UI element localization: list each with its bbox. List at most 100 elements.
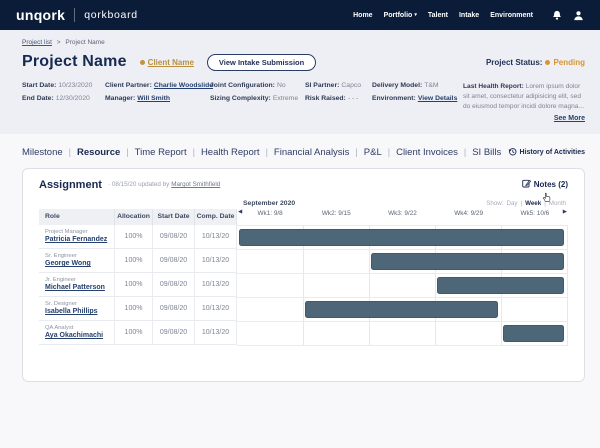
role-title: Sr. Designer bbox=[45, 300, 77, 307]
info-col-people: Client Partner: Charlie Woodslide Manager… bbox=[105, 82, 214, 122]
gantt-bar[interactable] bbox=[503, 324, 564, 342]
tab-resource[interactable]: Resource bbox=[77, 147, 120, 158]
nav-environment[interactable]: Environment bbox=[490, 12, 533, 19]
prev-week-icon[interactable]: ◀ bbox=[238, 209, 242, 215]
gantt-view-toggle: Show: Day | Week | Month bbox=[486, 199, 566, 207]
chevron-down-icon: ▾ bbox=[414, 11, 417, 18]
allocation-cell: 100% bbox=[115, 248, 153, 272]
last-health-report: Last Health Report: Lorem ipsum dolor si… bbox=[463, 83, 584, 110]
gantt-body bbox=[237, 224, 568, 346]
comp-date-cell: 10/13/20 bbox=[195, 296, 237, 320]
tab-client-invoices[interactable]: Client Invoices bbox=[396, 147, 458, 158]
column-header-start-date: Start Date bbox=[153, 208, 195, 225]
week-label: Wk2: 9/15 bbox=[321, 209, 351, 217]
comp-date-cell: 10/13/20 bbox=[195, 248, 237, 272]
brand-group: unqork qorkboard bbox=[16, 7, 138, 23]
table-row: Project Manager Patricia Fernandez 100% 0… bbox=[39, 224, 237, 249]
delivery-model-field: Delivery Model: T&M bbox=[372, 82, 439, 89]
manager-link[interactable]: Will Smith bbox=[137, 95, 170, 102]
notes-icon bbox=[522, 179, 531, 190]
tab-pnl[interactable]: P&L bbox=[364, 147, 382, 158]
gantt-chart: September 2020 Show: Day | Week | Month … bbox=[237, 199, 568, 346]
view-intake-submission-button[interactable]: View Intake Submission bbox=[206, 53, 317, 71]
tab-financial-analysis[interactable]: Financial Analysis bbox=[274, 147, 350, 158]
view-week-toggle[interactable]: Week bbox=[525, 200, 541, 207]
view-details-link[interactable]: View Details bbox=[418, 95, 458, 102]
gantt-row bbox=[237, 322, 567, 346]
role-title: QA Analyst bbox=[45, 324, 74, 331]
view-month-toggle[interactable]: Month bbox=[549, 200, 566, 207]
comp-date-cell: 10/13/20 bbox=[195, 320, 237, 344]
notifications-bell-icon[interactable] bbox=[552, 10, 562, 21]
gantt-bar[interactable] bbox=[371, 252, 564, 270]
client-badge: Client Name bbox=[139, 58, 194, 67]
nav-intake[interactable]: Intake bbox=[459, 12, 479, 19]
gantt-row bbox=[237, 226, 567, 250]
next-week-icon[interactable]: ▶ bbox=[563, 209, 567, 215]
resource-name-link[interactable]: Patricia Fernandez bbox=[45, 236, 107, 243]
role-title: Project Manager bbox=[45, 228, 88, 235]
start-date-cell: 09/08/20 bbox=[153, 248, 195, 272]
table-row: QA Analyst Aya Okachimachi 100% 09/08/20 … bbox=[39, 320, 237, 345]
nav-menu: Home Portfolio ▾ Talent Intake Environmen… bbox=[353, 10, 584, 21]
allocation-cell: 100% bbox=[115, 296, 153, 320]
column-header-allocation: Allocation bbox=[115, 208, 153, 225]
view-day-toggle[interactable]: Day bbox=[507, 200, 518, 207]
breadcrumb: Project list > Project Name bbox=[22, 39, 585, 46]
si-partner-field: SI Partner: Capco bbox=[305, 82, 362, 89]
tab-milestone[interactable]: Milestone bbox=[22, 147, 63, 158]
user-avatar-icon[interactable] bbox=[573, 10, 584, 21]
breadcrumb-project-list-link[interactable]: Project list bbox=[22, 39, 52, 46]
resource-name-link[interactable]: George Wong bbox=[45, 260, 91, 267]
unqork-logo[interactable]: unqork bbox=[16, 7, 65, 23]
page-title: Project Name bbox=[22, 53, 127, 70]
gantt-bar[interactable] bbox=[437, 276, 564, 294]
start-date-cell: 09/08/20 bbox=[153, 296, 195, 320]
end-date-field: End Date: 12/30/2020 bbox=[22, 95, 90, 102]
assignment-panel: Assignment · 08/15/20 updated by Margot S… bbox=[22, 167, 585, 382]
info-col-config: Joint Configuration: No Sizing Complexity… bbox=[210, 82, 305, 122]
nav-home[interactable]: Home bbox=[353, 12, 372, 19]
comp-date-cell: 10/13/20 bbox=[195, 272, 237, 296]
assignment-title: Assignment bbox=[39, 178, 102, 191]
resource-name-link[interactable]: Isabella Phillips bbox=[45, 308, 98, 315]
resource-name-link[interactable]: Michael Patterson bbox=[45, 284, 105, 291]
history-of-activities-button[interactable]: History of Activities bbox=[508, 147, 585, 158]
notes-label: Notes (2) bbox=[533, 180, 568, 190]
gantt-week-labels: ◀ Wk1: 9/8 Wk2: 9/15 Wk3: 9/22 Wk4: 9/29… bbox=[237, 209, 568, 217]
gantt-bar[interactable] bbox=[305, 300, 498, 318]
info-col-partner: SI Partner: Capco Risk Raised: - - - bbox=[305, 82, 372, 122]
notes-button[interactable]: Notes (2) bbox=[522, 179, 568, 190]
status-pending-dot bbox=[545, 59, 551, 65]
joint-configuration-field: Joint Configuration: No bbox=[210, 82, 286, 89]
tab-time-report[interactable]: Time Report bbox=[135, 147, 187, 158]
app-name[interactable]: qorkboard bbox=[84, 9, 138, 21]
client-partner-link[interactable]: Charlie Woodslide bbox=[154, 82, 213, 89]
tab-health-report[interactable]: Health Report bbox=[201, 147, 260, 158]
week-label: Wk3: 9/22 bbox=[388, 209, 417, 217]
tab-si-bills[interactable]: SI Bills bbox=[472, 147, 501, 158]
brand-divider bbox=[74, 8, 76, 22]
client-partner-field: Client Partner: Charlie Woodslide bbox=[105, 82, 214, 89]
sizing-complexity-field: Sizing Complexity: Extreme bbox=[210, 95, 299, 102]
breadcrumb-current: Project Name bbox=[65, 39, 105, 46]
title-row: Project Name Client Name View Intake Sub… bbox=[22, 53, 585, 71]
environment-field: Environment: View Details bbox=[372, 95, 458, 102]
role-title: Sr. Engineer bbox=[45, 252, 77, 259]
breadcrumb-separator: > bbox=[56, 39, 61, 46]
nav-talent[interactable]: Talent bbox=[428, 12, 448, 19]
top-navbar: unqork qorkboard Home Portfolio ▾ Talent … bbox=[0, 0, 600, 30]
resource-name-link[interactable]: Aya Okachimachi bbox=[45, 332, 103, 339]
updated-by-link[interactable]: Margot Smithfield bbox=[171, 181, 220, 188]
project-status-value: Pending bbox=[553, 57, 585, 67]
nav-portfolio[interactable]: Portfolio ▾ bbox=[384, 12, 417, 19]
client-name-link[interactable]: Client Name bbox=[148, 58, 194, 67]
week-label: Wk4: 9/29 bbox=[454, 209, 484, 217]
gantt-bar[interactable] bbox=[239, 228, 564, 246]
history-of-activities-label: History of Activities bbox=[519, 148, 585, 156]
history-clock-icon bbox=[508, 147, 517, 158]
gantt-row bbox=[237, 298, 567, 322]
gantt-row bbox=[237, 250, 567, 274]
see-more-link[interactable]: See More bbox=[463, 115, 585, 122]
comp-date-cell: 10/13/20 bbox=[195, 224, 237, 248]
